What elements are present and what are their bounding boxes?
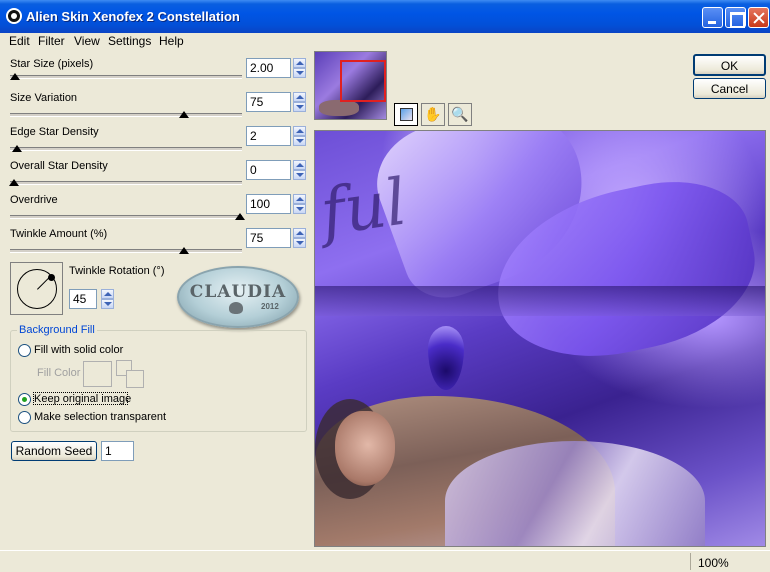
fill-solid-label[interactable]: Fill with solid color: [34, 344, 123, 356]
fill-color-swatch-stack[interactable]: [116, 360, 146, 390]
maximize-icon: [726, 8, 745, 28]
fill-solid-radio[interactable]: [18, 344, 31, 357]
star-size-spinner[interactable]: [293, 58, 306, 78]
twinkle-rotation-input[interactable]: [69, 289, 97, 309]
edge-star-density-input[interactable]: [246, 126, 291, 146]
preview-script-text: ful: [316, 165, 412, 251]
menu-settings[interactable]: Settings: [108, 34, 151, 48]
dial-knob[interactable]: [48, 274, 55, 281]
ok-button[interactable]: OK: [693, 54, 766, 76]
overall-star-density-spinner[interactable]: [293, 160, 306, 180]
overall-star-density-slider-thumb[interactable]: [9, 179, 19, 186]
app-icon: [6, 8, 22, 24]
size-variation-label: Size Variation: [10, 92, 78, 104]
preview-icon: [400, 108, 413, 121]
size-variation-spinner[interactable]: [293, 92, 306, 112]
star-size-slider-thumb[interactable]: [10, 73, 20, 80]
cancel-button[interactable]: Cancel: [693, 78, 766, 99]
overdrive-label: Overdrive: [10, 194, 58, 206]
edge-star-density-slider[interactable]: [10, 147, 242, 151]
random-seed-button[interactable]: Random Seed: [11, 441, 97, 461]
minimize-button[interactable]: [702, 7, 723, 28]
close-button[interactable]: [748, 7, 769, 28]
spin-up-icon[interactable]: [293, 194, 306, 204]
random-seed-input[interactable]: [101, 441, 134, 461]
background-fill-legend: Background Fill: [17, 324, 97, 336]
mouse-icon: [229, 302, 243, 314]
make-transparent-radio[interactable]: [18, 411, 31, 424]
navigator-selection-rect[interactable]: [340, 60, 386, 102]
swatch-front: [126, 370, 144, 388]
status-bar: 100%: [0, 550, 770, 572]
twinkle-amount-slider[interactable]: [10, 249, 242, 253]
menu-help[interactable]: Help: [159, 34, 184, 48]
twinkle-rotation-spinner[interactable]: [101, 289, 114, 309]
overdrive-slider[interactable]: [10, 215, 242, 219]
size-variation-slider[interactable]: [10, 113, 242, 117]
preview-band: [315, 286, 765, 316]
size-variation-slider-thumb[interactable]: [179, 111, 189, 118]
keep-original-radio[interactable]: [18, 393, 31, 406]
minimize-icon: [703, 8, 722, 27]
spin-down-icon[interactable]: [293, 204, 306, 214]
twinkle-rotation-dial[interactable]: [10, 262, 63, 315]
title-bar[interactable]: Alien Skin Xenofex 2 Constellation: [0, 0, 770, 33]
menu-edit[interactable]: Edit: [9, 34, 30, 48]
overdrive-input[interactable]: [246, 194, 291, 214]
overdrive-spinner[interactable]: [293, 194, 306, 214]
menu-bar: Edit Filter View Settings Help: [0, 33, 770, 49]
spin-down-icon[interactable]: [293, 136, 306, 146]
magnifier-icon: 🔍: [451, 106, 469, 122]
overall-star-density-label: Overall Star Density: [10, 160, 108, 172]
twinkle-amount-slider-thumb[interactable]: [179, 247, 189, 254]
watermark-logo: CLAUDIA 2012: [177, 266, 299, 328]
preview-face: [335, 411, 395, 486]
menu-filter[interactable]: Filter: [38, 34, 65, 48]
watermark-year: 2012: [261, 302, 279, 311]
keep-original-label[interactable]: Keep original image: [34, 393, 131, 405]
fill-color-label: Fill Color: [37, 367, 81, 379]
zoom-tool-button[interactable]: 🔍: [448, 103, 472, 126]
overdrive-slider-thumb[interactable]: [235, 213, 245, 220]
preview-canvas[interactable]: ful: [314, 130, 766, 547]
edge-star-density-spinner[interactable]: [293, 126, 306, 146]
status-separator: [690, 553, 691, 570]
make-transparent-label[interactable]: Make selection transparent: [34, 411, 166, 423]
spin-up-icon[interactable]: [101, 289, 114, 299]
watermark-text: CLAUDIA: [189, 282, 287, 302]
window-title: Alien Skin Xenofex 2 Constellation: [26, 9, 240, 24]
star-size-input[interactable]: [246, 58, 291, 78]
hand-icon: ✋: [424, 106, 442, 122]
background-fill-group: Background Fill Fill with solid color Fi…: [10, 324, 307, 432]
spin-up-icon[interactable]: [293, 228, 306, 238]
spin-up-icon[interactable]: [293, 92, 306, 102]
thumbnail-figure: [319, 100, 359, 116]
overall-star-density-slider[interactable]: [10, 181, 242, 185]
spin-up-icon[interactable]: [293, 160, 306, 170]
twinkle-amount-input[interactable]: [246, 228, 291, 248]
twinkle-amount-spinner[interactable]: [293, 228, 306, 248]
zoom-level: 100%: [698, 556, 729, 570]
close-icon: [749, 8, 768, 27]
spin-up-icon[interactable]: [293, 126, 306, 136]
star-size-slider[interactable]: [10, 75, 242, 79]
menu-view[interactable]: View: [74, 34, 100, 48]
spin-down-icon[interactable]: [293, 170, 306, 180]
spin-down-icon[interactable]: [293, 68, 306, 78]
hand-tool-button[interactable]: ✋: [421, 103, 445, 126]
spin-down-icon[interactable]: [293, 238, 306, 248]
spin-down-icon[interactable]: [101, 299, 114, 309]
spin-down-icon[interactable]: [293, 102, 306, 112]
star-size-label: Star Size (pixels): [10, 58, 94, 70]
twinkle-rotation-label: Twinkle Rotation (°): [69, 265, 165, 277]
twinkle-amount-label: Twinkle Amount (%): [10, 228, 108, 240]
edge-star-density-label: Edge Star Density: [10, 126, 99, 138]
preview-toggle-button[interactable]: [394, 103, 418, 126]
overall-star-density-input[interactable]: [246, 160, 291, 180]
fill-color-swatch[interactable]: [83, 361, 112, 387]
edge-star-density-slider-thumb[interactable]: [12, 145, 22, 152]
spin-up-icon[interactable]: [293, 58, 306, 68]
maximize-button[interactable]: [725, 7, 746, 28]
size-variation-input[interactable]: [246, 92, 291, 112]
